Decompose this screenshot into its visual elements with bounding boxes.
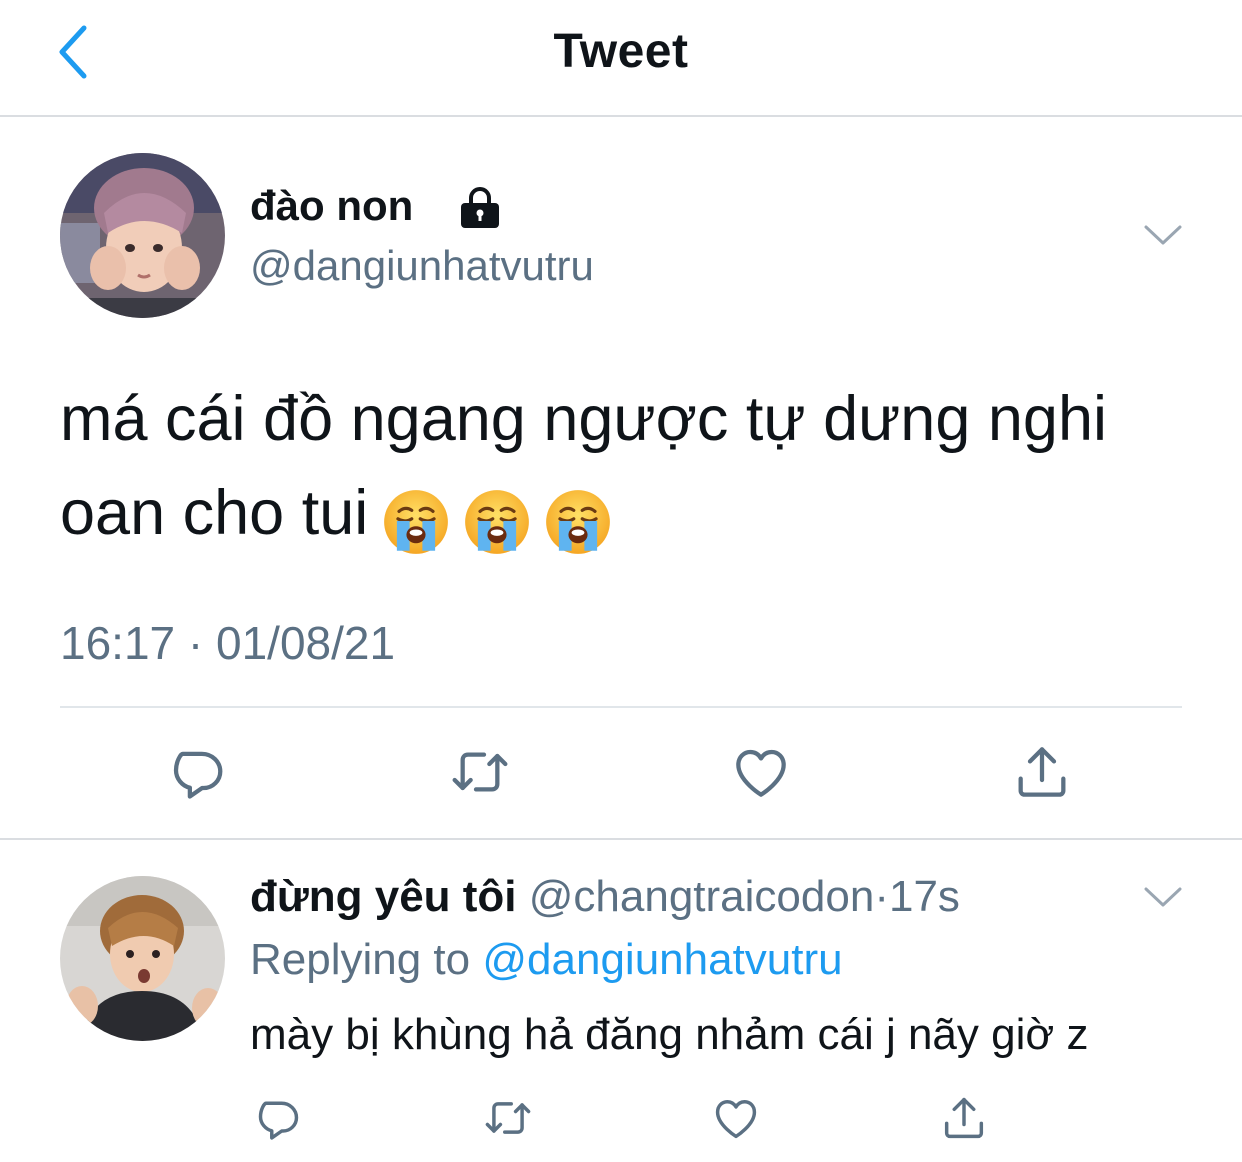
top-navigation-bar: Tweet — [0, 0, 1242, 117]
page-title: Tweet — [553, 25, 689, 78]
lock-icon — [461, 187, 499, 228]
time-ago: 17s — [888, 872, 960, 921]
like-icon[interactable] — [729, 740, 793, 804]
share-icon[interactable] — [1010, 740, 1074, 804]
reply-header: đừng yêu tôi @changtraicodon·17s — [250, 872, 960, 922]
user-handle[interactable]: @changtraicodon — [529, 872, 875, 921]
emoji-group — [382, 470, 625, 564]
user-handle[interactable]: @dangiunhatvutru — [250, 242, 594, 290]
replying-to-link[interactable]: @dangiunhatvutru — [482, 935, 842, 984]
tweet-text: má cái đồ ngang ngược tự dưng nghi oan c… — [60, 372, 1190, 564]
retweet-icon[interactable] — [448, 740, 512, 804]
tweet-text: mày bị khùng hả đăng nhảm cái j nãy giờ … — [250, 1010, 1089, 1059]
tweet-text-line: má cái đồ ngang ngược tự dưng nghi — [60, 384, 1107, 454]
display-name[interactable]: đừng yêu tôi — [250, 872, 517, 921]
chevron-down-icon[interactable] — [1140, 880, 1186, 914]
avatar-image — [60, 876, 225, 1041]
replying-to: Replying to @dangiunhatvutru — [250, 935, 843, 985]
tweet-text-segment: oan cho tui — [60, 478, 369, 548]
replying-to-label: Replying to — [250, 935, 471, 984]
loudly-crying-face-icon — [382, 488, 450, 556]
like-icon[interactable] — [710, 1092, 762, 1144]
loudly-crying-face-icon — [463, 488, 531, 556]
chevron-down-icon[interactable] — [1140, 218, 1186, 252]
retweet-icon[interactable] — [482, 1092, 534, 1144]
avatar[interactable] — [60, 153, 225, 318]
loudly-crying-face-icon — [544, 488, 612, 556]
share-icon[interactable] — [938, 1092, 990, 1144]
tweet-text-line: oan cho tui — [60, 466, 1190, 564]
time-separator: · — [874, 872, 889, 921]
reply-icon[interactable] — [254, 1092, 306, 1144]
reply-icon[interactable] — [168, 740, 232, 804]
divider — [0, 838, 1242, 840]
display-name[interactable]: đào non — [250, 182, 413, 230]
divider — [60, 706, 1182, 708]
tweet-timestamp[interactable]: 16:17 · 01/08/21 — [60, 616, 395, 670]
avatar[interactable] — [60, 876, 225, 1041]
avatar-image — [60, 153, 225, 318]
